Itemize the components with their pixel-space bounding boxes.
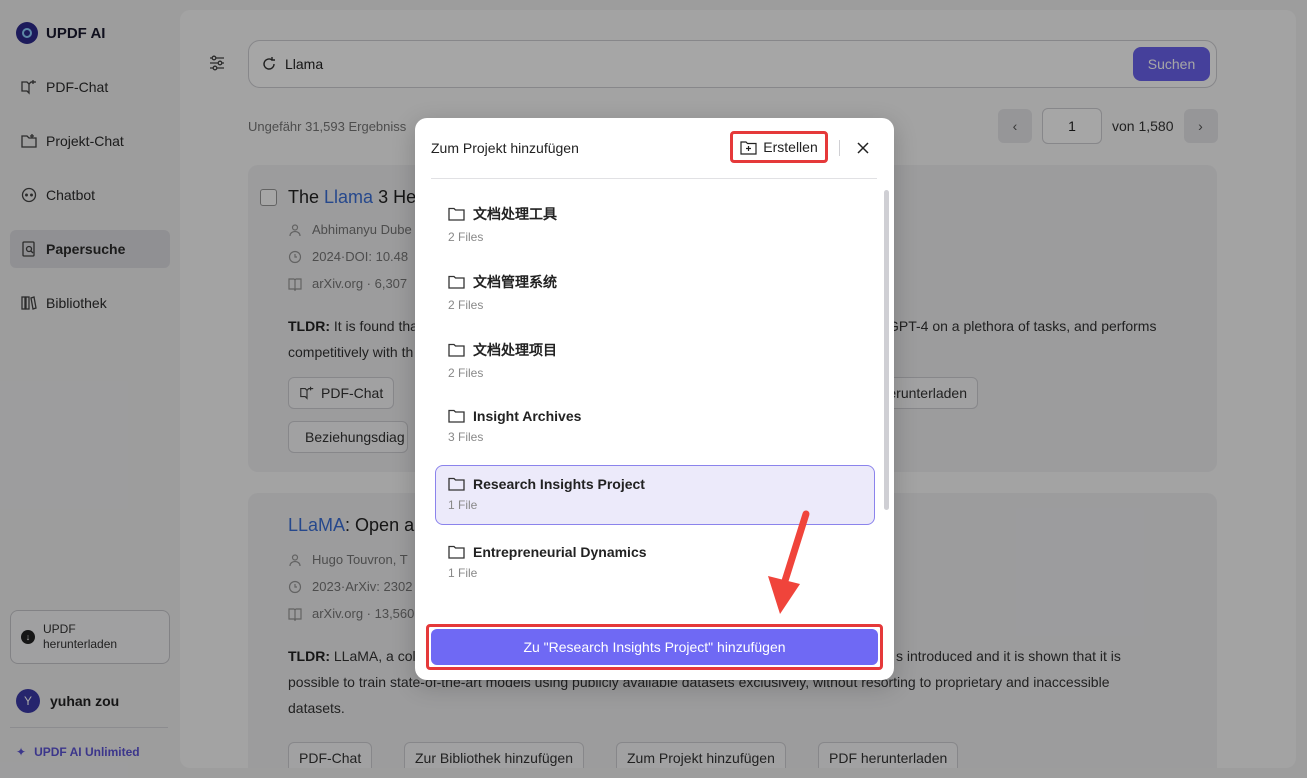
project-name: Insight Archives bbox=[473, 408, 582, 424]
dialog-title: Zum Projekt hinzufügen bbox=[431, 140, 579, 156]
project-file-count: 3 Files bbox=[448, 430, 484, 444]
folder-icon bbox=[448, 477, 465, 491]
project-file-count: 2 Files bbox=[448, 298, 484, 312]
project-name: Entrepreneurial Dynamics bbox=[473, 544, 647, 560]
project-file-count: 2 Files bbox=[448, 230, 484, 244]
project-list: 文档处理工具 2 Files 文档管理系统 2 Files 文档处理项目 2 F… bbox=[435, 193, 875, 601]
add-to-project-button[interactable]: Zu "Research Insights Project" hinzufüge… bbox=[431, 629, 878, 665]
folder-icon bbox=[448, 545, 465, 559]
project-name: 文档处理项目 bbox=[473, 342, 557, 358]
folder-icon bbox=[448, 275, 465, 289]
add-to-project-dialog: Zum Projekt hinzufügen Erstellen 文档处理工具 … bbox=[415, 118, 894, 680]
project-name: 文档管理系统 bbox=[473, 274, 557, 290]
header-separator bbox=[839, 140, 840, 156]
new-folder-icon bbox=[740, 140, 757, 155]
scrollbar[interactable] bbox=[884, 190, 889, 510]
project-item[interactable]: Entrepreneurial Dynamics 1 File bbox=[435, 533, 875, 593]
create-project-button[interactable]: Erstellen bbox=[730, 131, 828, 163]
folder-icon bbox=[448, 207, 465, 221]
project-file-count: 2 Files bbox=[448, 366, 484, 380]
project-item[interactable]: 文档处理工具 2 Files bbox=[435, 193, 875, 253]
project-file-count: 1 File bbox=[448, 566, 478, 580]
project-name: Research Insights Project bbox=[473, 476, 645, 492]
folder-icon bbox=[448, 409, 465, 423]
close-icon[interactable] bbox=[854, 139, 872, 157]
project-file-count: 1 File bbox=[448, 498, 478, 512]
create-label: Erstellen bbox=[763, 139, 818, 155]
project-item[interactable]: 文档处理项目 2 Files bbox=[435, 329, 875, 389]
project-item-selected[interactable]: Research Insights Project 1 File bbox=[435, 465, 875, 525]
project-name: 文档处理工具 bbox=[473, 206, 557, 222]
header-divider bbox=[431, 178, 877, 179]
folder-icon bbox=[448, 343, 465, 357]
project-item[interactable]: Insight Archives 3 Files bbox=[435, 397, 875, 457]
project-item[interactable]: 文档管理系统 2 Files bbox=[435, 261, 875, 321]
